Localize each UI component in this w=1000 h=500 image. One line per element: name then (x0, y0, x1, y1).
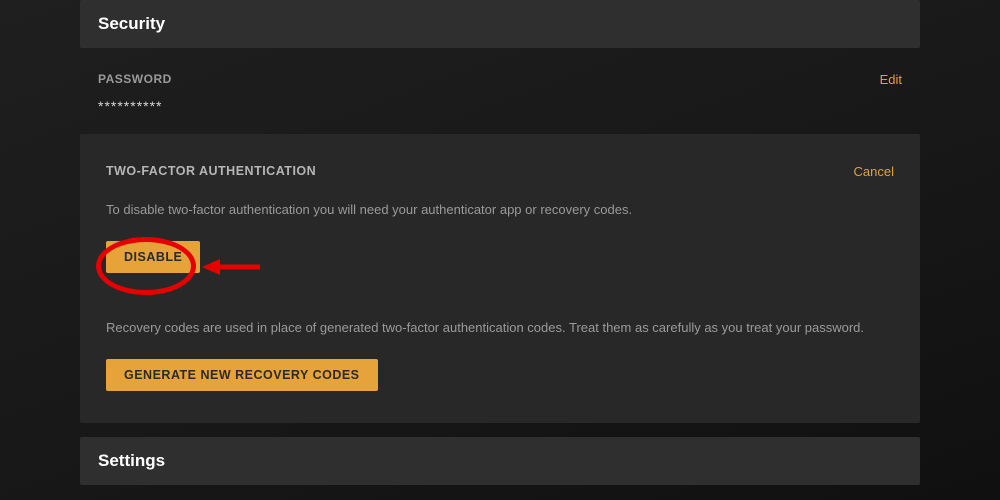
tfa-panel-head: TWO-FACTOR AUTHENTICATION Cancel (106, 164, 894, 179)
generate-recovery-codes-button[interactable]: GENERATE NEW RECOVERY CODES (106, 359, 378, 391)
password-value: ********** (98, 98, 172, 114)
password-row: PASSWORD ********** Edit (80, 48, 920, 134)
tfa-title: TWO-FACTOR AUTHENTICATION (106, 164, 316, 178)
password-left: PASSWORD ********** (98, 72, 172, 114)
cancel-link[interactable]: Cancel (854, 164, 894, 179)
disable-tfa-button[interactable]: DISABLE (106, 241, 200, 273)
two-factor-panel: TWO-FACTOR AUTHENTICATION Cancel To disa… (80, 134, 920, 423)
page-container: Security PASSWORD ********** Edit TWO-FA… (80, 0, 920, 485)
security-section-header: Security (80, 0, 920, 48)
settings-section-header: Settings (80, 437, 920, 485)
settings-title: Settings (98, 451, 902, 471)
security-title: Security (98, 14, 902, 34)
password-label: PASSWORD (98, 72, 172, 86)
tfa-description: To disable two-factor authentication you… (106, 201, 894, 219)
edit-password-link[interactable]: Edit (880, 72, 902, 87)
recovery-description: Recovery codes are used in place of gene… (106, 319, 894, 337)
